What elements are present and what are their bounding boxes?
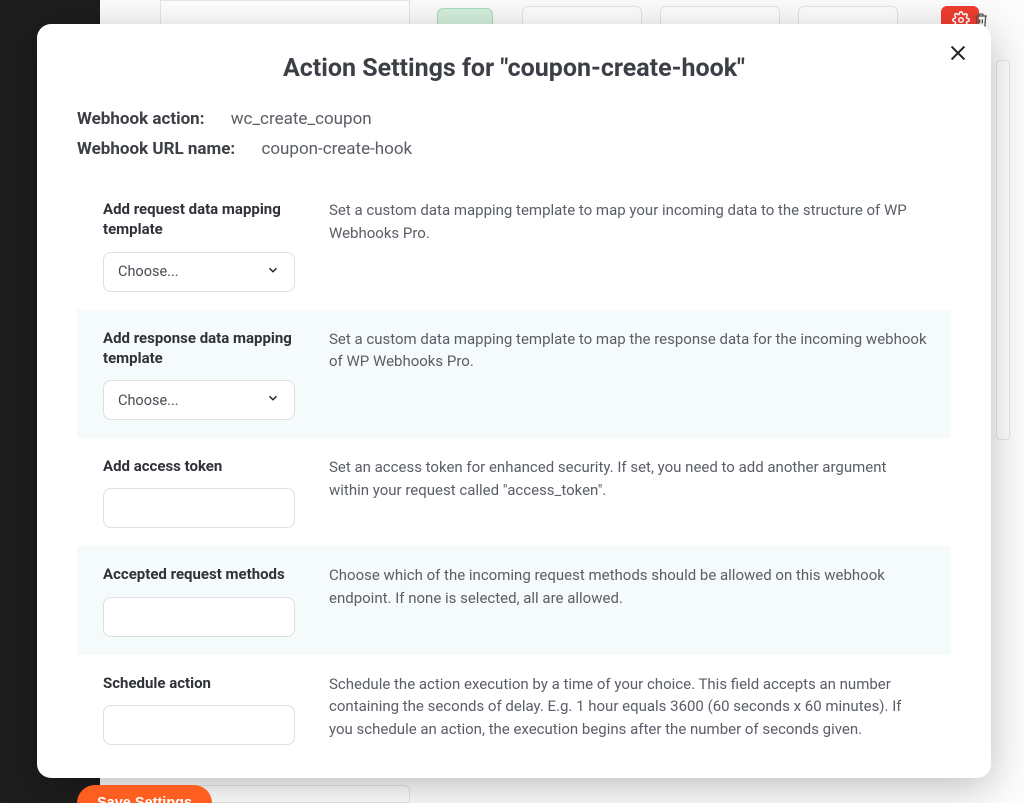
setting-control [103,488,303,528]
text-input[interactable] [103,597,295,637]
text-input[interactable] [103,705,295,745]
setting-row: Schedule action Schedule the action execu… [77,655,951,763]
webhook-action-row: Webhook action: wc_create_coupon [77,109,951,129]
setting-left: Accepted request methods [103,564,303,636]
setting-label: Add request data mapping template [103,199,303,240]
text-input[interactable] [103,488,295,528]
setting-label: Add response data mapping template [103,328,303,369]
select-dropdown[interactable]: Choose... [103,380,295,420]
setting-description: Set an access token for enhanced securit… [329,456,929,501]
webhook-action-label: Webhook action: [77,109,205,129]
close-button[interactable] [943,38,973,68]
webhook-url-value: coupon-create-hook [261,139,412,159]
webhook-url-row: Webhook URL name: coupon-create-hook [77,139,951,159]
setting-row: Add request data mapping template Choose.… [77,181,951,310]
select-placeholder: Choose... [118,392,179,409]
setting-label: Schedule action [103,673,303,693]
setting-description: Choose which of the incoming request met… [329,564,929,609]
setting-label: Accepted request methods [103,564,303,584]
action-settings-modal: Action Settings for "coupon-create-hook"… [37,24,991,778]
setting-left: Add access token [103,456,303,528]
setting-control [103,705,303,745]
webhook-action-value: wc_create_coupon [231,109,372,129]
modal-title: Action Settings for "coupon-create-hook" [77,54,951,83]
setting-row: Accepted request methods Choose which of … [77,546,951,654]
save-settings-button[interactable]: Save Settings [77,785,212,803]
webhook-url-label: Webhook URL name: [77,139,235,159]
close-icon [947,42,969,64]
setting-control [103,597,303,637]
chevron-down-icon [266,263,280,281]
select-dropdown[interactable]: Choose... [103,252,295,292]
setting-description: Set a custom data mapping template to ma… [329,199,929,244]
bg-side [996,60,1010,440]
setting-control: Choose... [103,380,303,420]
settings-list: Add request data mapping template Choose.… [77,181,951,763]
setting-control: Choose... [103,252,303,292]
setting-description: Schedule the action execution by a time … [329,673,929,741]
setting-row: Add response data mapping template Choose… [77,310,951,439]
chevron-down-icon [266,391,280,409]
select-placeholder: Choose... [118,263,179,280]
setting-left: Add response data mapping template Choose… [103,328,303,421]
setting-row: Add access token Set an access token for … [77,438,951,546]
setting-left: Schedule action [103,673,303,745]
setting-label: Add access token [103,456,303,476]
setting-description: Set a custom data mapping template to ma… [329,328,929,373]
setting-left: Add request data mapping template Choose.… [103,199,303,292]
